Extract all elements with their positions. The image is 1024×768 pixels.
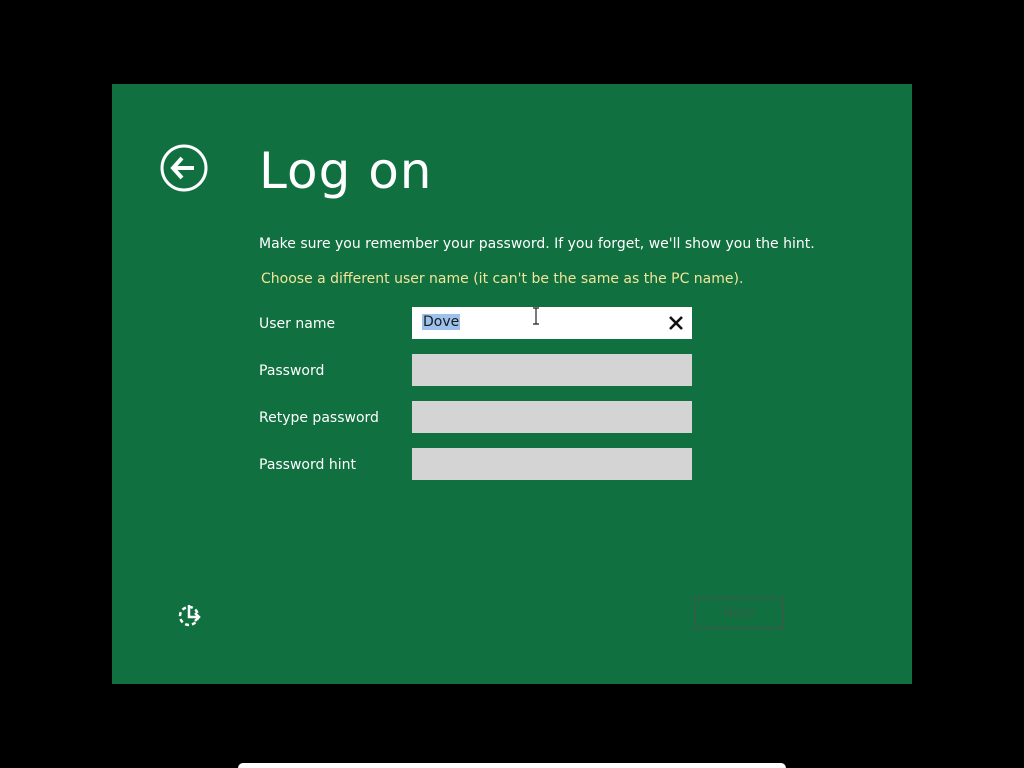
setup-panel: Log on Make sure you remember your passw…: [112, 84, 912, 684]
back-arrow-icon: [160, 144, 208, 192]
password-label: Password: [259, 363, 325, 379]
back-button[interactable]: [160, 144, 208, 192]
screen: Log on Make sure you remember your passw…: [0, 0, 1024, 768]
password-input[interactable]: [412, 354, 692, 386]
user-name-input[interactable]: Dove: [412, 307, 692, 339]
ease-of-access-icon: [178, 605, 201, 627]
text-cursor-icon: [533, 307, 539, 325]
error-message: Choose a different user name (it can't b…: [261, 271, 744, 287]
close-icon: [669, 316, 683, 330]
retype-password-input[interactable]: [412, 401, 692, 433]
taskbar-edge: [238, 763, 786, 768]
password-hint-label: Password hint: [259, 457, 356, 473]
user-name-value: Dove: [422, 314, 461, 330]
password-hint-input[interactable]: [412, 448, 692, 480]
user-name-label: User name: [259, 316, 336, 332]
retype-password-label: Retype password: [259, 410, 379, 426]
instructions-text: Make sure you remember your password. If…: [259, 236, 815, 252]
page-title: Log on: [259, 142, 433, 200]
next-button[interactable]: Next: [694, 597, 784, 629]
clear-button[interactable]: [666, 313, 686, 333]
ease-of-access-button[interactable]: [175, 600, 205, 630]
